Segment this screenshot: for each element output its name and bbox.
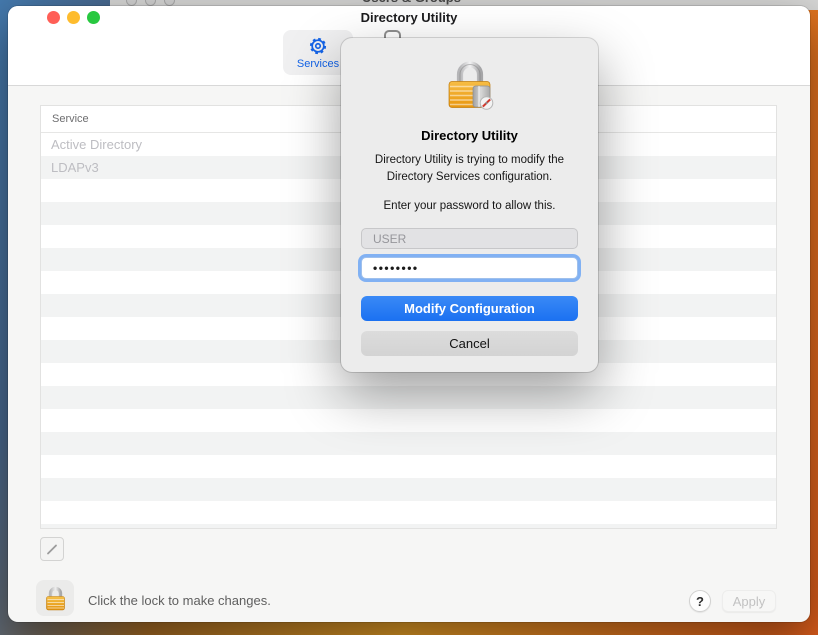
lock-hint-text: Click the lock to make changes. xyxy=(88,593,271,608)
dialog-password-prompt: Enter your password to allow this. xyxy=(341,200,598,212)
auth-padlock-icon xyxy=(441,57,499,110)
gear-icon xyxy=(308,36,328,56)
username-field[interactable]: USER xyxy=(361,228,578,249)
toolbar-tab-services-label: Services xyxy=(297,58,339,70)
background-window-title: Users & Groups xyxy=(362,0,461,5)
pencil-icon xyxy=(45,542,59,556)
help-button[interactable]: ? xyxy=(689,590,711,612)
window-title: Directory Utility xyxy=(8,10,810,25)
dialog-message: Directory Utility is trying to modify th… xyxy=(364,152,576,185)
modify-configuration-button[interactable]: Modify Configuration xyxy=(361,296,578,321)
apply-button-label: Apply xyxy=(733,594,766,609)
authentication-dialog: Directory Utility Directory Utility is t… xyxy=(341,38,598,372)
dialog-title: Directory Utility xyxy=(341,128,598,143)
edit-service-button[interactable] xyxy=(40,537,64,561)
password-field[interactable]: •••••••• xyxy=(361,257,578,279)
footer-lock-button[interactable] xyxy=(36,580,74,616)
cancel-button[interactable]: Cancel xyxy=(361,331,578,356)
locked-padlock-icon xyxy=(43,585,68,612)
question-mark-icon: ? xyxy=(696,594,704,609)
apply-button[interactable]: Apply xyxy=(722,590,776,612)
